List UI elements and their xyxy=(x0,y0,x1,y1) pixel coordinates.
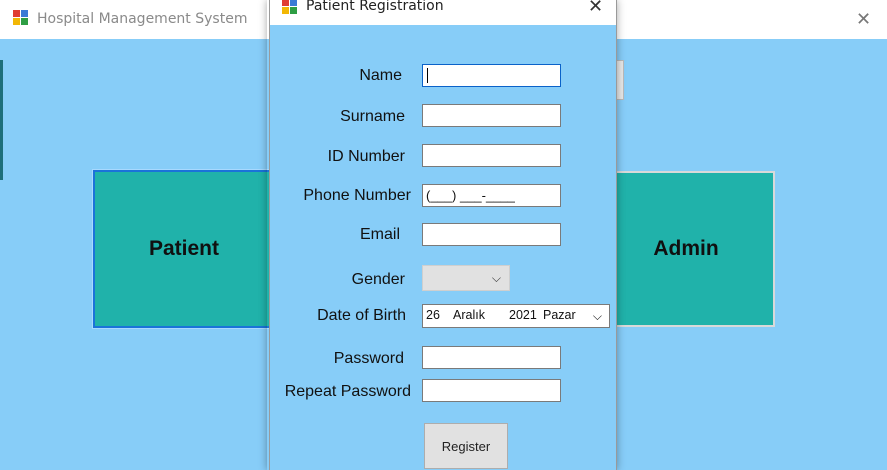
main-window-title: Hospital Management System xyxy=(37,11,248,27)
name-label: Name xyxy=(359,67,402,84)
text-cursor xyxy=(427,68,428,83)
app-window-icon xyxy=(13,10,29,26)
dialog-title: Patient Registration xyxy=(306,0,444,14)
email-label: Email xyxy=(359,226,400,243)
patient-button[interactable]: Patient xyxy=(92,169,276,329)
dialog-titlebar: Patient Registration ✕ xyxy=(270,0,616,25)
name-input[interactable] xyxy=(422,64,561,87)
admin-button[interactable]: Admin xyxy=(597,171,775,327)
repeat-password-label: Repeat Password xyxy=(284,383,411,400)
surname-label: Surname xyxy=(340,108,405,125)
gender-dropdown[interactable]: ⌵ xyxy=(422,265,510,291)
id-number-label: ID Number xyxy=(327,148,405,165)
repeat-password-input[interactable] xyxy=(422,379,561,402)
chevron-down-icon: ⌵ xyxy=(491,271,501,285)
patient-registration-dialog: Patient Registration ✕ Name Surname ID N… xyxy=(269,0,617,470)
email-input[interactable] xyxy=(422,223,561,246)
dialog-close-icon[interactable]: ✕ xyxy=(588,0,603,16)
password-input[interactable] xyxy=(422,346,561,369)
password-label: Password xyxy=(333,350,404,367)
dob-day: 26 xyxy=(426,308,440,322)
dialog-app-icon xyxy=(282,0,298,15)
dob-weekday: Pazar xyxy=(543,308,576,322)
date-of-birth-label: Date of Birth xyxy=(317,307,406,324)
phone-number-label: Phone Number xyxy=(303,187,411,204)
surname-input[interactable] xyxy=(422,104,561,127)
gender-label: Gender xyxy=(351,271,405,288)
date-of-birth-picker[interactable]: 26 Aralık 2021 Pazar ⌵ xyxy=(422,304,610,328)
phone-number-input[interactable]: (___) ___-____ xyxy=(422,184,561,207)
left-edge-strip xyxy=(0,60,3,180)
register-button[interactable]: Register xyxy=(424,423,508,469)
phone-mask-text: (___) ___-____ xyxy=(426,188,515,203)
main-close-icon[interactable]: ✕ xyxy=(856,11,871,29)
dob-month: Aralık xyxy=(453,308,485,322)
dob-year: 2021 xyxy=(509,308,537,322)
chevron-down-icon[interactable]: ⌵ xyxy=(593,309,602,324)
id-number-input[interactable] xyxy=(422,144,561,167)
